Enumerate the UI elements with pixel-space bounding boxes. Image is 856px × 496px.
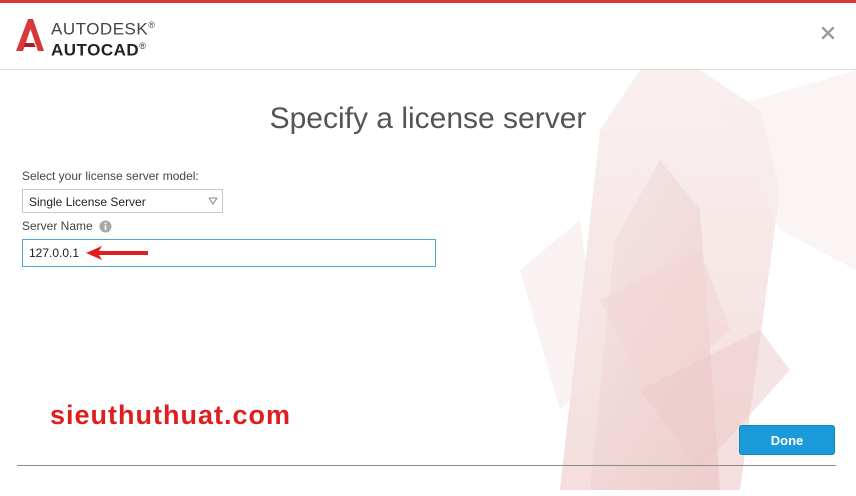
footer-divider: [17, 465, 836, 466]
page-title: Specify a license server: [269, 102, 587, 135]
done-button[interactable]: Done: [739, 425, 835, 455]
brand-line2-mark: ®: [139, 40, 147, 51]
autocad-logo-icon: [16, 19, 44, 51]
info-icon[interactable]: [99, 220, 112, 233]
brand-line1: AUTODESK: [51, 19, 149, 39]
server-name-label: Server Name: [22, 219, 93, 233]
license-model-select[interactable]: Single License Server: [22, 189, 223, 213]
brand-wordmark: AUTODESK® AUTOCAD®: [51, 17, 155, 58]
chevron-down-icon: [208, 197, 218, 205]
brand-line2: AUTOCAD: [51, 40, 140, 60]
close-icon[interactable]: [820, 25, 836, 41]
license-model-label: Select your license server model:: [22, 169, 199, 183]
red-arrow-icon: [86, 246, 148, 260]
brand-line1-mark: ®: [148, 20, 156, 30]
server-name-input[interactable]: [22, 239, 436, 267]
header-bar: AUTODESK® AUTOCAD®: [0, 3, 856, 70]
watermark-text: sieuthuthuat.com: [50, 400, 292, 430]
license-model-value: Single License Server: [29, 195, 146, 209]
